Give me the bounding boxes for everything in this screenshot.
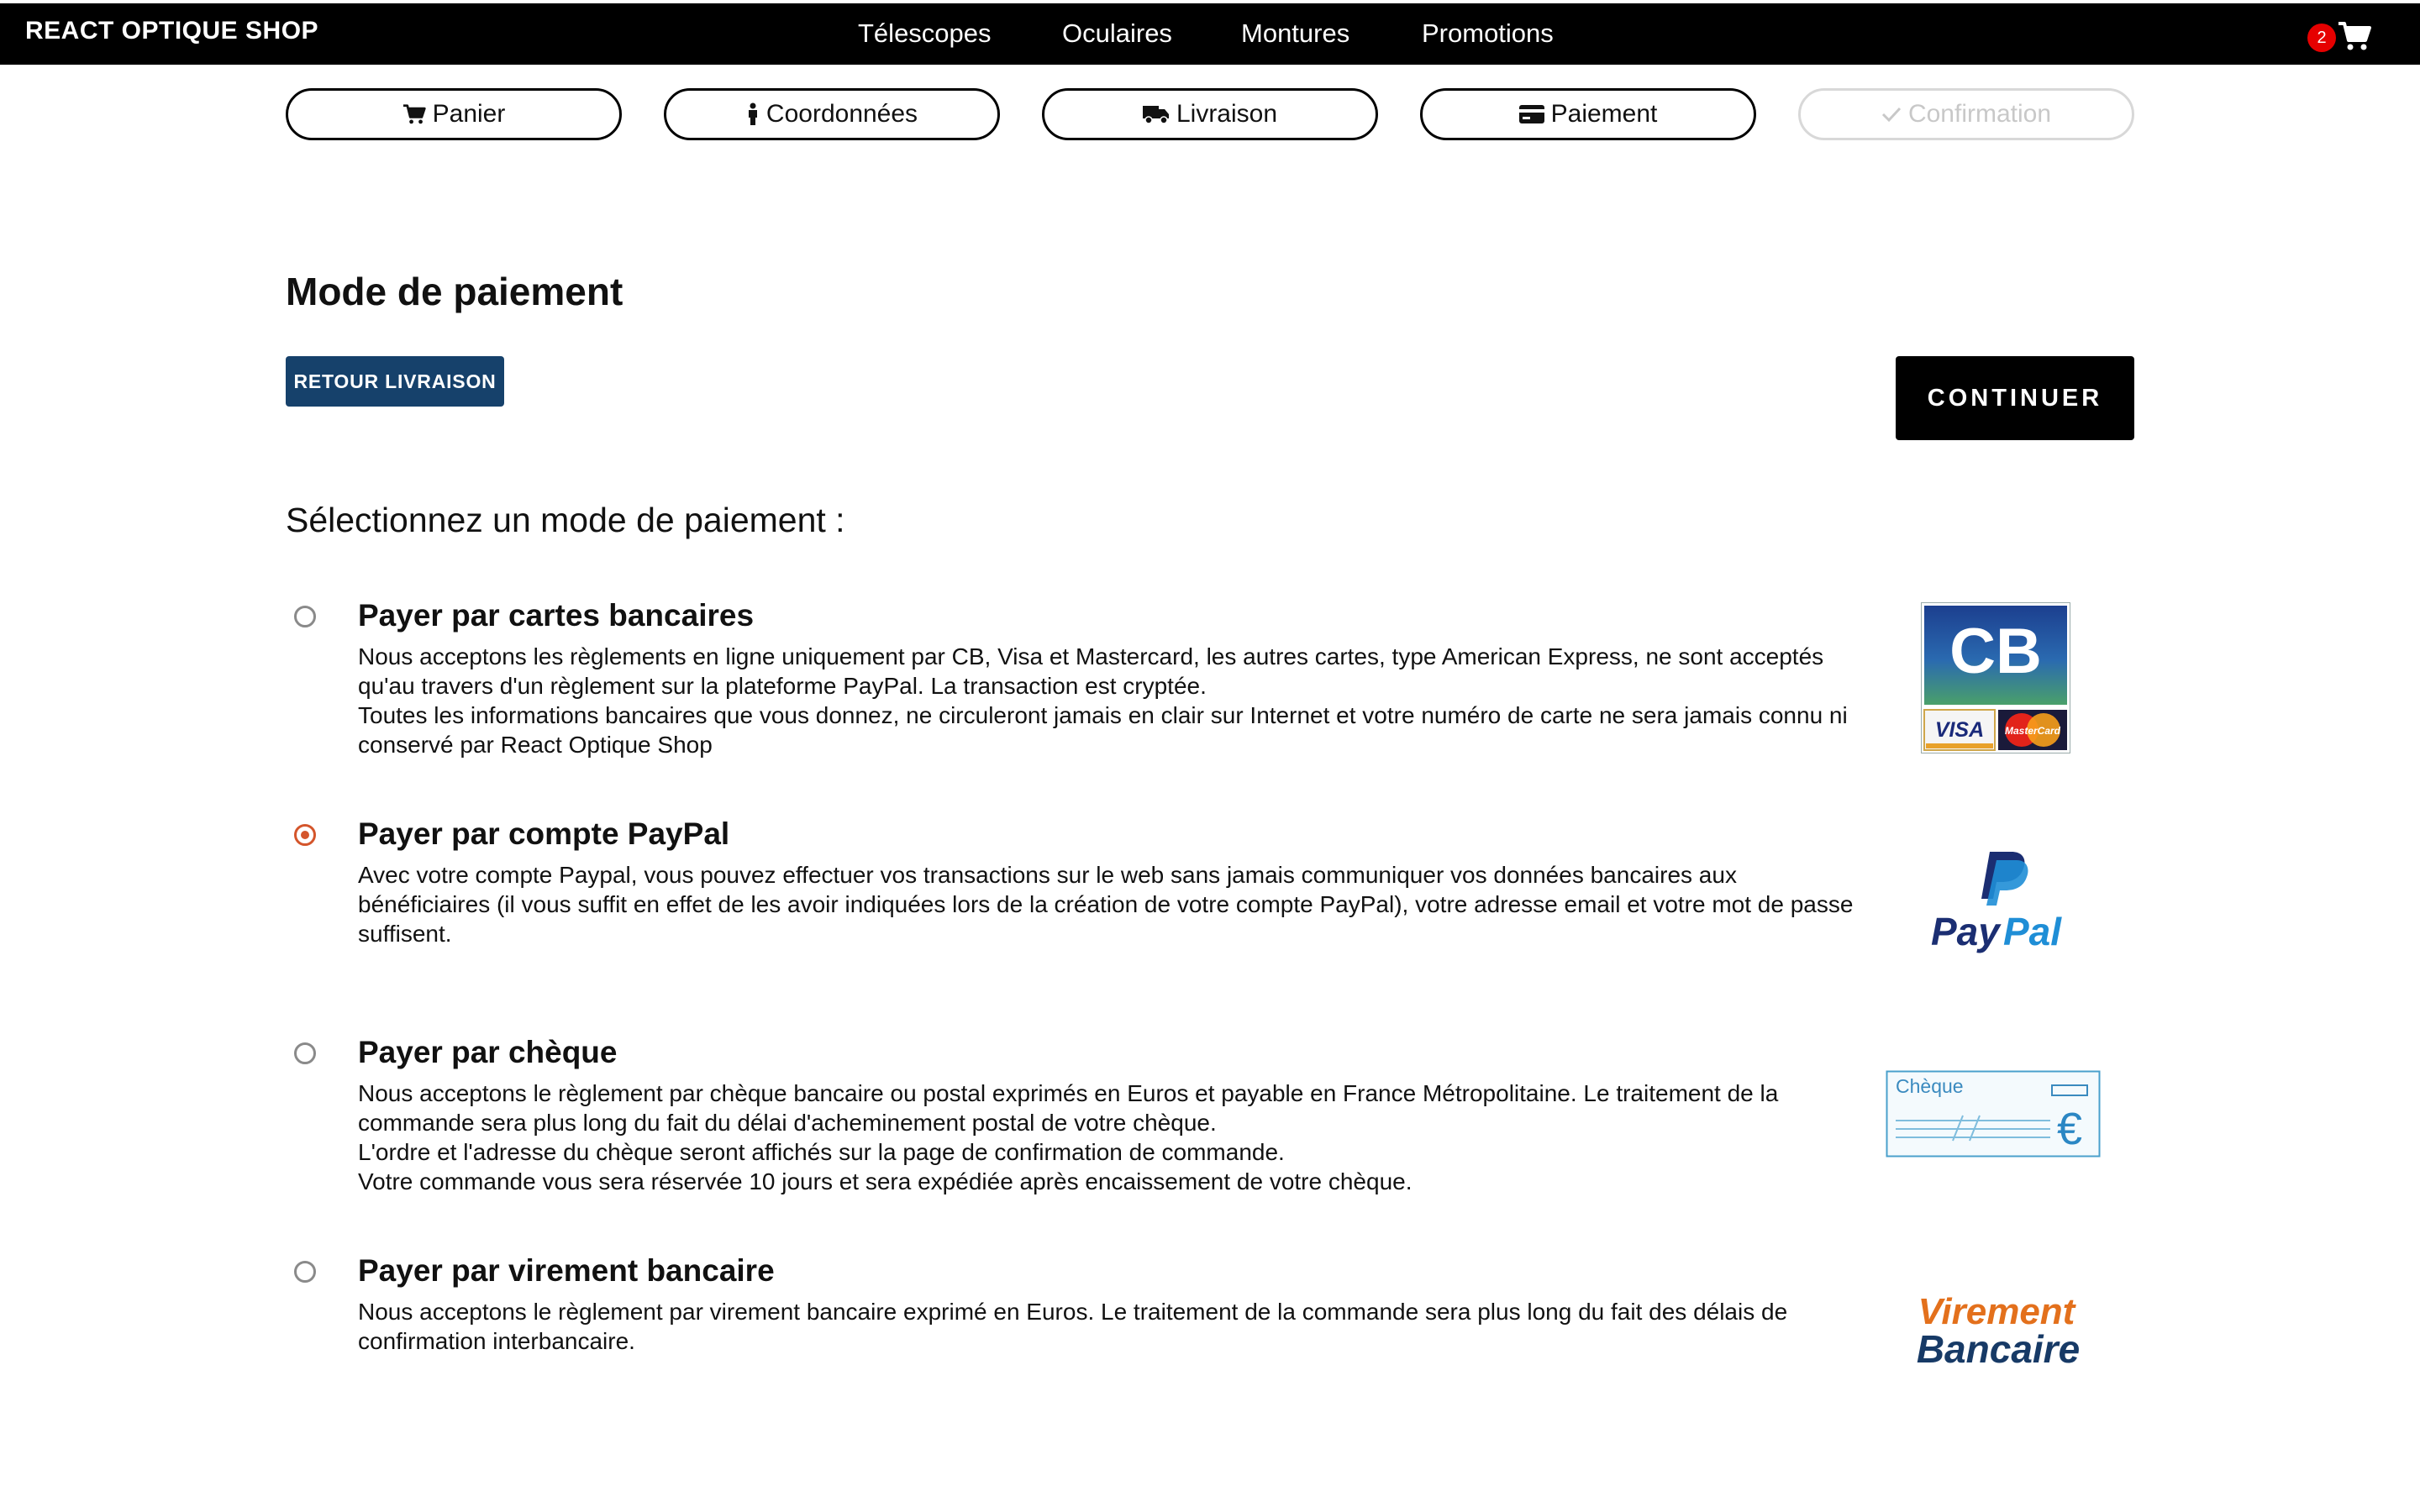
virement-text: Virement [1918, 1292, 2077, 1332]
cart-count-badge: 2 [2307, 24, 2336, 52]
person-icon [748, 102, 757, 125]
option-description: Nous acceptons le règlement par virement… [358, 1297, 1870, 1356]
cart-icon [402, 104, 426, 124]
virement-bancaire-logo: Virement Bancaire [1917, 1292, 2080, 1371]
cheque-label: Chèque [1896, 1075, 1964, 1097]
payment-method-heading: Sélectionnez un mode de paiement : [286, 501, 845, 539]
nav-link-promotions[interactable]: Promotions [1422, 18, 1554, 49]
cb-visa-mastercard-logo: CB VISA MasterCard [1921, 602, 2070, 753]
cart-icon [2338, 22, 2371, 50]
visa-text: VISA [1935, 718, 1984, 742]
option-description: Nous acceptons les règlements en ligne u… [358, 642, 1870, 759]
brand-logo[interactable]: REACT OPTIQUE SHOP [25, 17, 318, 45]
bancaire-text: Bancaire [1917, 1327, 2080, 1371]
payment-option-paypal[interactable]: Payer par compte PayPal Avec votre compt… [286, 816, 2134, 968]
paypal-pay-text: Pay [1931, 910, 2002, 953]
step-confirmation: Confirmation [1798, 88, 2134, 140]
cb-text: CB [1949, 616, 2042, 687]
mastercard-text: MasterCard [2005, 725, 2061, 737]
cheque-logo: Chèque € [1886, 1070, 2101, 1158]
step-label: Panier [432, 100, 506, 128]
option-title: Payer par cartes bancaires [358, 598, 755, 633]
step-panier[interactable]: Panier [286, 88, 622, 140]
paypal-pal-text: Pal [2003, 910, 2062, 953]
nav-link-telescopes[interactable]: Télescopes [858, 18, 992, 49]
payment-option-transfer[interactable]: Payer par virement bancaire Nous accepto… [286, 1253, 2134, 1404]
paypal-logo: Pay Pal [1931, 852, 2062, 953]
payment-option-cheque[interactable]: Payer par chèque Nous acceptons le règle… [286, 1035, 2134, 1203]
description-line: Toutes les informations bancaires que vo… [358, 702, 1848, 758]
description-line: Nous acceptons le règlement par virement… [358, 1299, 1788, 1354]
check-icon [1881, 107, 1902, 123]
back-to-delivery-button[interactable]: RETOUR LIVRAISON [286, 356, 504, 407]
option-description: Nous acceptons le règlement par chèque b… [358, 1079, 1870, 1196]
description-line: L'ordre et l'adresse du chèque seront af… [358, 1139, 1285, 1165]
step-label: Confirmation [1907, 100, 2052, 128]
page-title: Mode de paiement [286, 270, 623, 313]
step-coordonnees[interactable]: Coordonnées [664, 88, 1000, 140]
option-title: Payer par virement bancaire [358, 1253, 775, 1288]
step-paiement[interactable]: Paiement [1420, 88, 1756, 140]
radio-transfer[interactable] [294, 1261, 316, 1283]
step-livraison[interactable]: Livraison [1042, 88, 1378, 140]
step-label: Paiement [1550, 100, 1658, 128]
payment-option-card[interactable]: Payer par cartes bancaires Nous accepton… [286, 598, 2134, 766]
option-description: Avec votre compte Paypal, vous pouvez ef… [358, 860, 1870, 948]
cart-button[interactable]: 2 [2304, 20, 2371, 54]
description-line: Nous acceptons le règlement par chèque b… [358, 1080, 1779, 1136]
radio-card[interactable] [294, 606, 316, 627]
description-line: Nous acceptons les règlements en ligne u… [358, 643, 1824, 699]
option-title: Payer par chèque [358, 1035, 618, 1069]
truck-icon [1142, 106, 1169, 124]
nav-link-oculaires[interactable]: Oculaires [1062, 18, 1172, 49]
description-line: Avec votre compte Paypal, vous pouvez ef… [358, 862, 1854, 947]
description-line: Votre commande vous sera réservée 10 jou… [358, 1168, 1413, 1194]
step-label: Livraison [1176, 100, 1278, 128]
step-label: Coordonnées [765, 100, 918, 128]
radio-cheque[interactable] [294, 1042, 316, 1064]
top-navbar: REACT OPTIQUE SHOP Télescopes Oculaires … [0, 0, 2420, 65]
euro-icon: € [2057, 1104, 2082, 1154]
radio-paypal[interactable] [294, 824, 316, 846]
credit-card-icon [1518, 105, 1544, 123]
nav-link-montures[interactable]: Montures [1241, 18, 1349, 49]
option-title: Payer par compte PayPal [358, 816, 730, 851]
continue-button[interactable]: CONTINUER [1896, 356, 2134, 440]
